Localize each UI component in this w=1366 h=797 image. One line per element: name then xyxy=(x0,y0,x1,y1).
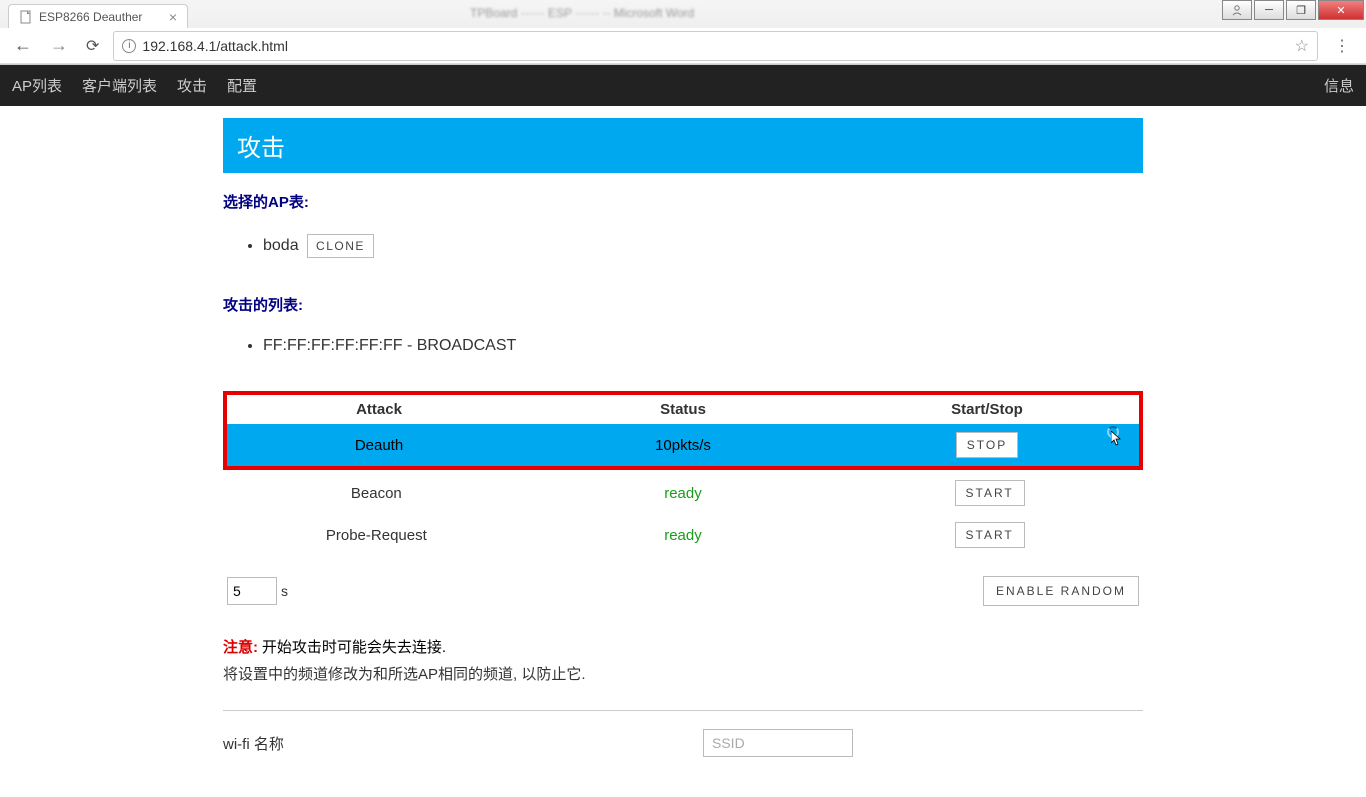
clone-button[interactable]: CLONE xyxy=(307,234,374,258)
note-text: 开始攻击时可能会失去连接. xyxy=(262,639,446,656)
interval-input[interactable] xyxy=(227,577,277,605)
note-label: 注意: xyxy=(223,639,258,656)
table-row: Beacon ready START xyxy=(223,472,1143,514)
attack-name: Beacon xyxy=(223,472,530,514)
back-icon[interactable]: ← xyxy=(10,35,36,56)
forward-icon[interactable]: → xyxy=(46,35,72,56)
attack-name: Deauth xyxy=(227,424,531,466)
nav-config[interactable]: 配置 xyxy=(227,75,257,96)
browser-menu-icon[interactable]: ⋮ xyxy=(1328,36,1356,56)
cursor-icon xyxy=(1107,425,1119,441)
controls-row: s ENABLE RANDOM xyxy=(223,576,1143,606)
list-item: boda CLONE xyxy=(263,228,1143,264)
page-title: 攻击 xyxy=(223,118,1143,173)
separator xyxy=(223,710,1143,711)
table-row: Deauth 10pkts/s STOP xyxy=(227,424,1139,466)
attack-list-label: 攻击的列表: xyxy=(223,294,1143,315)
list-item: FF:FF:FF:FF:FF:FF - BROADCAST xyxy=(263,331,1143,361)
note-sub: 将设置中的频道修改为和所选AP相同的频道, 以防止它. xyxy=(223,663,1143,684)
th-status: Status xyxy=(531,395,835,424)
nav-info[interactable]: 信息 xyxy=(1324,75,1354,96)
table-row: Probe-Request ready START xyxy=(223,514,1143,556)
window-maximize-icon[interactable]: ❐ xyxy=(1286,0,1316,20)
interval-unit: s xyxy=(281,583,288,599)
attack-action-cell: START xyxy=(836,472,1143,514)
highlighted-attack-box: Attack Status Start/Stop Deauth 10pkts/s… xyxy=(223,391,1143,470)
nav-attack[interactable]: 攻击 xyxy=(177,75,207,96)
th-attack: Attack xyxy=(227,395,531,424)
window-controls: ─ ❐ ✕ xyxy=(1222,0,1364,20)
tab-close-icon[interactable]: × xyxy=(169,9,177,25)
selected-ap-list: boda CLONE xyxy=(223,228,1143,264)
site-info-icon[interactable]: i xyxy=(122,39,136,53)
attack-status: ready xyxy=(530,472,837,514)
page-content: 攻击 选择的AP表: boda CLONE 攻击的列表: FF:FF:FF:FF… xyxy=(223,106,1143,797)
bookmark-star-icon[interactable]: ☆ xyxy=(1295,36,1309,56)
nav-client-list[interactable]: 客户端列表 xyxy=(82,75,157,96)
selected-ap-label: 选择的AP表: xyxy=(223,191,1143,212)
start-button[interactable]: START xyxy=(955,480,1025,506)
window-close-icon[interactable]: ✕ xyxy=(1318,0,1364,20)
attack-target-list: FF:FF:FF:FF:FF:FF - BROADCAST xyxy=(223,331,1143,361)
attack-status: ready xyxy=(530,514,837,556)
attack-table-rest: Beacon ready START Probe-Request ready S… xyxy=(223,472,1143,556)
stop-button[interactable]: STOP xyxy=(956,432,1018,458)
enable-random-button[interactable]: ENABLE RANDOM xyxy=(983,576,1139,606)
reload-icon[interactable]: ⟳ xyxy=(82,36,103,56)
attack-status: 10pkts/s xyxy=(531,424,835,466)
browser-tab[interactable]: ESP8266 Deauther × xyxy=(8,4,188,28)
start-button[interactable]: START xyxy=(955,522,1025,548)
background-window-text: TPBoard ······ ESP ······ ·· Microsoft W… xyxy=(470,6,694,20)
table-header-row: Attack Status Start/Stop xyxy=(227,395,1139,424)
url-text: 192.168.4.1/attack.html xyxy=(142,38,288,54)
note-block: 注意: 开始攻击时可能会失去连接. 将设置中的频道修改为和所选AP相同的频道, … xyxy=(223,636,1143,684)
browser-chrome: ESP8266 Deauther × TPBoard ······ ESP ··… xyxy=(0,0,1366,65)
browser-nav-bar: ← → ⟳ i 192.168.4.1/attack.html ☆ ⋮ xyxy=(0,28,1366,64)
attack-action-cell: STOP xyxy=(835,424,1139,466)
ap-name: boda xyxy=(263,237,299,254)
attack-table: Attack Status Start/Stop Deauth 10pkts/s… xyxy=(227,395,1139,466)
window-minimize-icon[interactable]: ─ xyxy=(1254,0,1284,20)
attack-name: Probe-Request xyxy=(223,514,530,556)
window-user-icon[interactable] xyxy=(1222,0,1252,20)
tab-title: ESP8266 Deauther xyxy=(39,10,142,24)
nav-ap-list[interactable]: AP列表 xyxy=(12,75,62,96)
address-bar[interactable]: i 192.168.4.1/attack.html ☆ xyxy=(113,31,1318,61)
page-icon xyxy=(19,10,33,24)
ssid-input[interactable] xyxy=(703,729,853,757)
attack-action-cell: START xyxy=(836,514,1143,556)
page-nav: AP列表 客户端列表 攻击 配置 信息 xyxy=(0,65,1366,106)
tab-bar: ESP8266 Deauther × TPBoard ······ ESP ··… xyxy=(0,0,1366,28)
th-startstop: Start/Stop xyxy=(835,395,1139,424)
wifi-name-row: wi-fi 名称 xyxy=(223,729,1143,757)
